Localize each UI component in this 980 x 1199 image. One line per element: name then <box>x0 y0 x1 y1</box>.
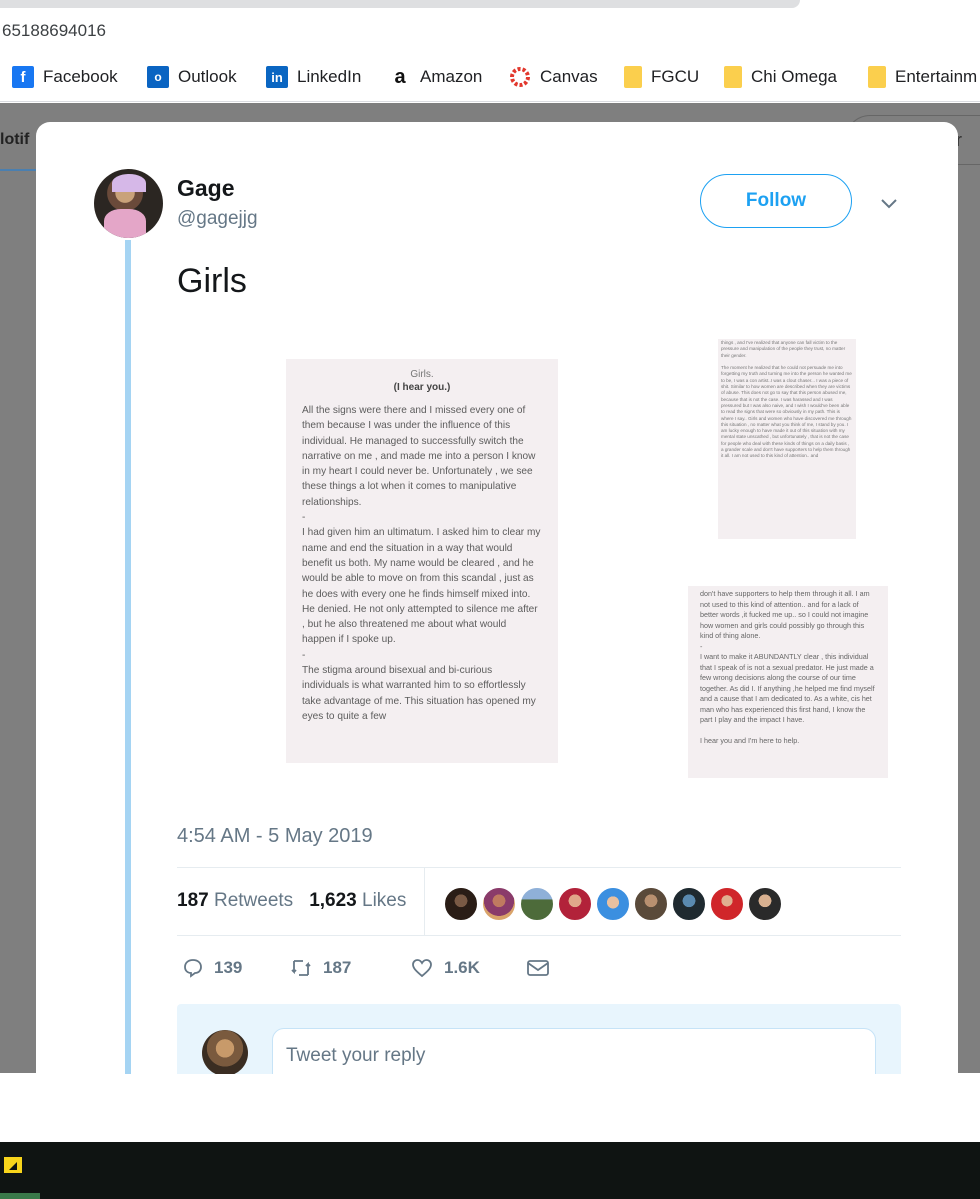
liker-avatar[interactable] <box>710 887 744 921</box>
retweets-stat[interactable]: 187 Retweets <box>177 890 293 912</box>
facebook-icon: f <box>12 66 34 88</box>
liker-avatar[interactable] <box>596 887 630 921</box>
envelope-icon <box>527 960 549 976</box>
retweet-icon <box>291 960 311 976</box>
browser-address-area: 65188694016 <box>0 0 980 50</box>
tweet-image-2[interactable]: things , and I've realized that anyone c… <box>718 339 856 539</box>
bookmark-entertainment[interactable]: Entertainm <box>868 66 977 88</box>
image-subtitle: (I hear you.) <box>393 382 451 393</box>
reply-input[interactable]: Tweet your reply <box>272 1028 876 1074</box>
follow-button[interactable]: Follow <box>700 174 852 228</box>
bookmark-amazon[interactable]: a Amazon <box>389 66 482 88</box>
bookmark-label: Chi Omega <box>751 67 837 86</box>
bookmark-label: LinkedIn <box>297 67 362 86</box>
bookmark-canvas[interactable]: Canvas <box>509 66 598 88</box>
author-avatar[interactable] <box>94 169 163 238</box>
canvas-icon <box>509 66 531 88</box>
tweet-image-3[interactable]: don't have supporters to help them throu… <box>688 586 888 778</box>
folder-icon <box>868 66 886 88</box>
folder-icon <box>724 66 742 88</box>
app-icon[interactable] <box>4 1157 22 1173</box>
image-body-text: things , and I've realized that anyone c… <box>721 340 852 459</box>
bookmark-linkedin[interactable]: in LinkedIn <box>266 66 361 88</box>
liker-avatar[interactable] <box>444 887 478 921</box>
outlook-icon: o <box>147 66 169 88</box>
reply-icon <box>184 959 202 978</box>
reply-count: 139 <box>214 958 243 977</box>
likes-stat[interactable]: 1,623 Likes <box>309 890 406 912</box>
heart-icon <box>412 959 432 978</box>
taskbar <box>0 1142 980 1199</box>
tweet-timestamp[interactable]: 4:54 AM - 5 May 2019 <box>177 825 373 848</box>
liker-avatar[interactable] <box>482 887 516 921</box>
tweet-image-1[interactable]: Girls. (I hear you.) All the signs were … <box>286 359 558 763</box>
background-tab: lotif <box>0 103 40 148</box>
retweets-count: 187 <box>177 890 209 911</box>
chevron-down-icon[interactable] <box>878 192 900 214</box>
bookmark-label: Amazon <box>420 67 483 86</box>
avatar-hat <box>112 174 146 192</box>
url-text[interactable]: 65188694016 <box>2 21 106 41</box>
bookmark-label: Facebook <box>43 67 118 86</box>
avatar-shirt <box>104 209 146 238</box>
page-blank-area <box>0 1074 980 1142</box>
likes-count: 1,623 <box>309 890 357 911</box>
like-action[interactable]: 1.6K <box>410 957 480 979</box>
background-tab-label: lotif <box>0 131 30 148</box>
image-title: Girls. <box>410 369 434 380</box>
bookmark-fgcu[interactable]: FGCU <box>624 66 699 88</box>
image-body-text: All the signs were there and I missed ev… <box>302 405 541 722</box>
liker-avatar[interactable] <box>672 887 706 921</box>
thread-line <box>125 240 131 1074</box>
bookmark-label: Canvas <box>540 67 598 86</box>
bookmark-outlook[interactable]: o Outlook <box>147 66 237 88</box>
liker-avatar[interactable] <box>558 887 592 921</box>
divider <box>177 867 901 868</box>
retweet-count: 187 <box>323 958 352 977</box>
likes-label: Likes <box>362 890 407 911</box>
stats-separator <box>424 868 425 936</box>
share-action[interactable] <box>526 957 560 979</box>
liker-avatar[interactable] <box>634 887 668 921</box>
retweets-label: Retweets <box>213 890 294 911</box>
image-body-text: don't have supporters to help them throu… <box>700 589 875 745</box>
tweet-actions: 139 187 1.6K <box>177 957 677 987</box>
bookmark-label: FGCU <box>651 67 700 86</box>
liker-avatar[interactable] <box>520 887 554 921</box>
retweet-action[interactable]: 187 <box>289 957 351 979</box>
bookmark-label: Outlook <box>178 67 237 86</box>
bookmark-label: Entertainm <box>895 67 978 86</box>
bookmark-facebook[interactable]: f Facebook <box>12 66 118 88</box>
author-handle[interactable]: @gagejjg <box>177 208 258 230</box>
liker-avatar[interactable] <box>748 887 782 921</box>
tab-strip <box>0 0 800 8</box>
folder-icon <box>624 66 642 88</box>
background-tab-underline <box>0 169 40 171</box>
reply-action[interactable]: 139 <box>182 957 242 979</box>
divider <box>177 935 901 936</box>
author-name[interactable]: Gage <box>177 175 235 202</box>
current-user-avatar <box>202 1030 248 1074</box>
active-app-indicator <box>0 1193 40 1199</box>
tweet-modal: Gage @gagejjg Follow Girls Girls. (I hea… <box>36 122 958 1074</box>
tweet-text: Girls <box>177 262 247 300</box>
bookmarks-bar: f Facebook o Outlook in LinkedIn a Amazo… <box>0 50 980 102</box>
linkedin-icon: in <box>266 66 288 88</box>
like-count: 1.6K <box>444 958 480 977</box>
amazon-icon: a <box>389 66 411 88</box>
bookmark-chi-omega[interactable]: Chi Omega <box>724 66 837 88</box>
engagement-stats: 187 Retweets 1,623 Likes <box>177 868 425 936</box>
